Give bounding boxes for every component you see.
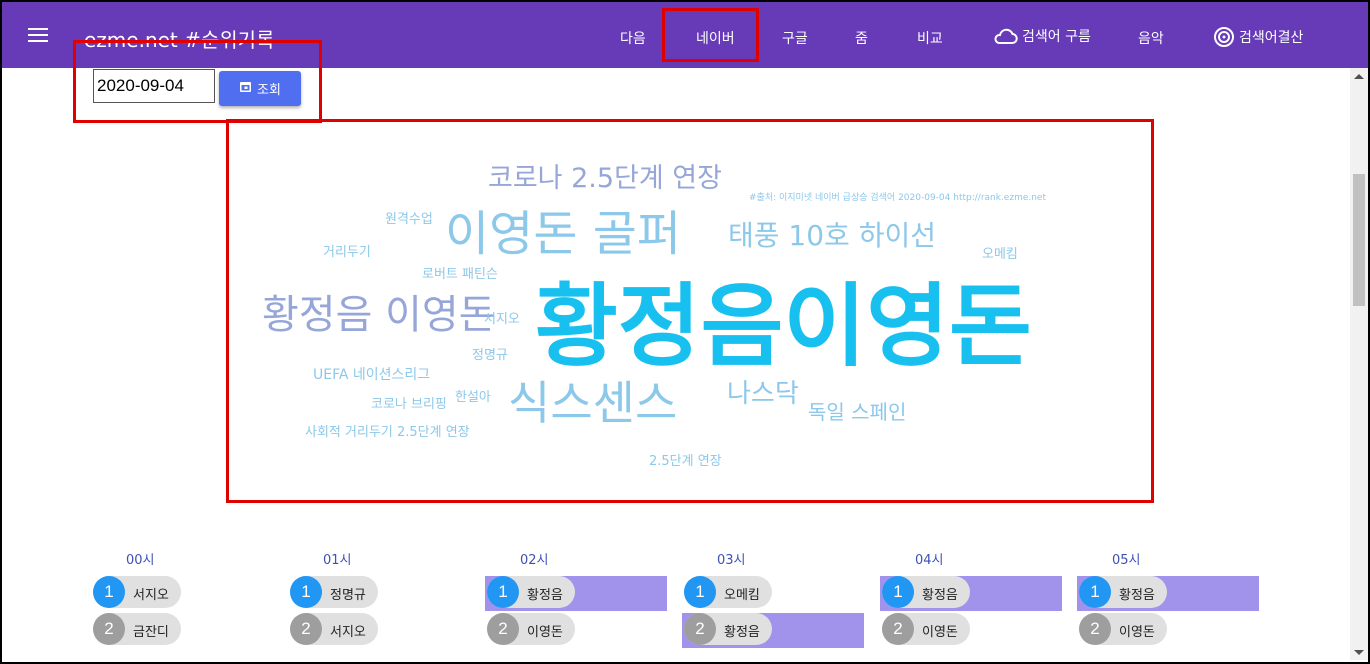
hour-label: 00시	[126, 553, 155, 568]
query-button[interactable]: 조회	[219, 71, 301, 106]
rank-keyword: 황정음	[922, 588, 958, 603]
word-cloud-word: 거리두기	[323, 245, 371, 260]
hour-label: 05시	[1112, 553, 1141, 568]
word-cloud-word: UEFA 네이션스리그	[313, 367, 431, 383]
hour-label: 01시	[323, 553, 352, 568]
rank-chip[interactable]: 1 정명규	[290, 576, 378, 608]
word-cloud-word: 코로나 2.5단계 연장	[488, 163, 722, 194]
word-cloud-word: 황정음 이영돈	[262, 292, 496, 338]
rank-keyword: 정명규	[330, 588, 366, 603]
hour-label: 04시	[915, 553, 944, 568]
rank-chip[interactable]: 2 금잔디	[93, 613, 181, 645]
word-cloud-word: 서지오	[484, 312, 520, 327]
scroll-thumb[interactable]	[1353, 174, 1365, 306]
nav-daum[interactable]: 다음	[620, 28, 646, 48]
word-cloud-word: 황정음이영돈	[535, 274, 1032, 379]
nav-label: 구글	[782, 31, 808, 47]
rank-chip[interactable]: 2 이영돈	[1079, 613, 1167, 645]
nav-summary[interactable]: 검색어결산	[1213, 26, 1303, 48]
nav-label: 다음	[620, 31, 646, 47]
query-button-label: 조회	[257, 83, 281, 98]
word-cloud-word: 로버트 패틴슨	[422, 267, 498, 282]
word-cloud-word: 독일 스페인	[808, 400, 907, 424]
word-cloud-word: 식스센스	[508, 376, 678, 430]
word-cloud-word: 사회적 거리두기 2.5단계 연장	[305, 425, 470, 440]
nav-label: 검색어 구름	[1022, 29, 1091, 45]
rank-number: 2	[684, 613, 716, 645]
rank-chip[interactable]: 1 오메킴	[684, 576, 772, 608]
hour-label: 03시	[717, 553, 746, 568]
nav-compare[interactable]: 비교	[917, 28, 943, 48]
rank-chip[interactable]: 2 황정음	[684, 613, 772, 645]
nav-label: 줌	[855, 31, 868, 47]
rank-keyword: 이영돈	[527, 625, 563, 640]
rank-number: 1	[290, 576, 322, 608]
rank-number: 1	[684, 576, 716, 608]
scroll-down-arrow-icon[interactable]	[1354, 650, 1364, 655]
nav-label: 음악	[1138, 31, 1164, 47]
rank-chip[interactable]: 2 서지오	[290, 613, 378, 645]
rank-keyword: 황정음	[724, 625, 760, 640]
calendar-icon	[239, 80, 252, 97]
rank-chip[interactable]: 1 서지오	[93, 576, 181, 608]
music-swirl-icon	[1213, 26, 1235, 48]
rank-keyword: 황정음	[1119, 588, 1155, 603]
rank-chip[interactable]: 1 황정음	[1079, 576, 1167, 608]
rank-number: 2	[882, 613, 914, 645]
word-cloud-word: 한설아	[455, 390, 491, 405]
rank-number: 2	[1079, 613, 1111, 645]
word-cloud-word: 태풍 10호 하이선	[728, 219, 936, 252]
word-cloud-word: 정명규	[472, 348, 508, 363]
rank-keyword: 이영돈	[1119, 625, 1155, 640]
rank-keyword: 오메킴	[724, 588, 760, 603]
nav-word-cloud[interactable]: 검색어 구름	[992, 26, 1091, 46]
naver-highlight-box	[662, 8, 759, 62]
cloud-icon	[992, 27, 1018, 45]
rank-keyword: 서지오	[330, 625, 366, 640]
nav-label: 검색어결산	[1239, 30, 1304, 46]
nav-music[interactable]: 음악	[1138, 28, 1164, 48]
word-cloud-word: 이영돈 골퍼	[445, 206, 682, 262]
word-cloud-word: 코로나 브리핑	[371, 397, 447, 412]
word-cloud-word: 2.5단계 연장	[649, 454, 722, 469]
word-cloud-word: 오메킴	[982, 247, 1018, 262]
rank-number: 1	[1079, 576, 1111, 608]
nav-zum[interactable]: 줌	[855, 28, 868, 48]
rank-chip[interactable]: 1 황정음	[487, 576, 575, 608]
rank-number: 2	[290, 613, 322, 645]
rank-number: 2	[93, 613, 125, 645]
word-cloud-source-note: #출처: 이지미넷 네이버 급상승 검색어 2020-09-04 http://…	[749, 193, 1047, 203]
vertical-scrollbar[interactable]	[1350, 68, 1368, 660]
word-cloud-word: 원격수업	[385, 212, 433, 227]
rank-number: 2	[487, 613, 519, 645]
rank-chip[interactable]: 2 이영돈	[487, 613, 575, 645]
nav-google[interactable]: 구글	[782, 28, 808, 48]
rank-keyword: 황정음	[527, 588, 563, 603]
rank-keyword: 서지오	[133, 588, 169, 603]
date-input[interactable]	[93, 69, 215, 103]
hour-label: 02시	[520, 553, 549, 568]
rank-keyword: 이영돈	[922, 625, 958, 640]
hamburger-menu-icon[interactable]	[28, 28, 48, 42]
scroll-up-arrow-icon[interactable]	[1354, 74, 1364, 79]
rank-chip[interactable]: 1 황정음	[882, 576, 970, 608]
nav-label: 비교	[917, 31, 943, 47]
rank-number: 1	[93, 576, 125, 608]
rank-number: 1	[487, 576, 519, 608]
rank-keyword: 금잔디	[133, 625, 169, 640]
rank-number: 1	[882, 576, 914, 608]
rank-chip[interactable]: 2 이영돈	[882, 613, 970, 645]
word-cloud-word: 나스닥	[727, 379, 799, 409]
